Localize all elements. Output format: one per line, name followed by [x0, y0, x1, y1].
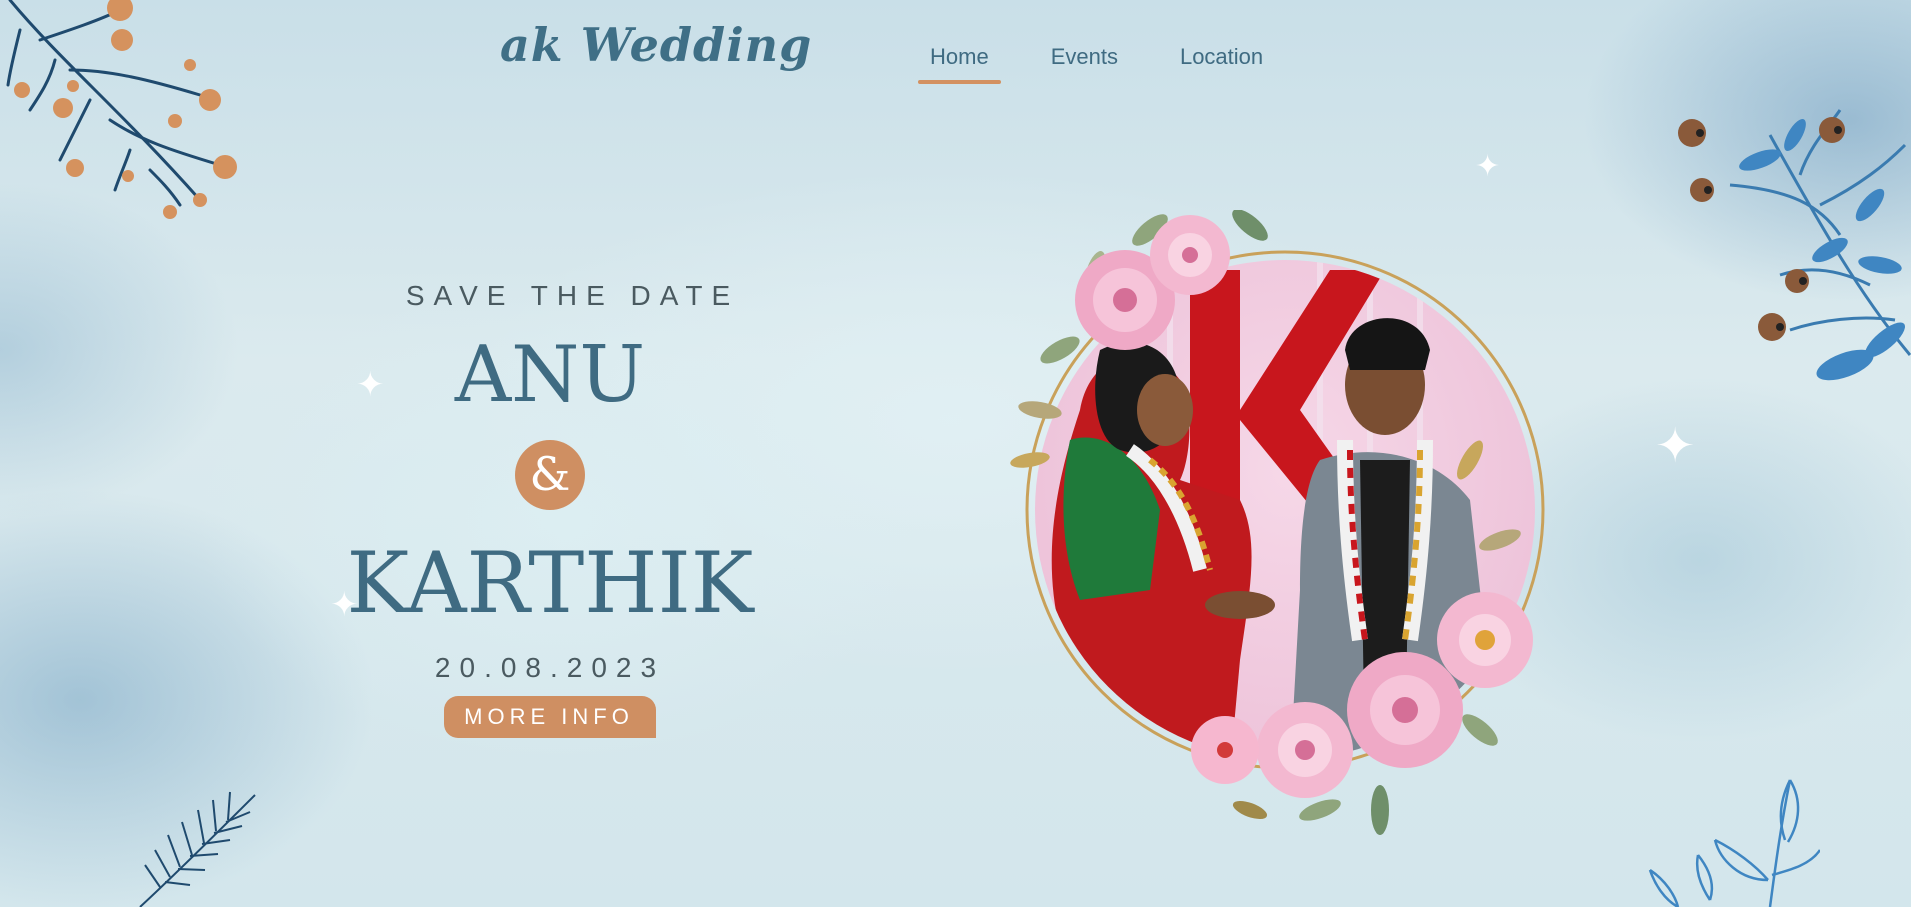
save-the-date-tagline: SAVE THE DATE: [405, 280, 740, 311]
nav-events-link[interactable]: Events: [1039, 44, 1130, 84]
ampersand-badge: &: [515, 440, 585, 510]
site-logo[interactable]: ak Wedding: [500, 18, 812, 72]
branch-decoration-top-left: [6, 0, 237, 219]
wedding-date: 20.08.2023: [434, 652, 666, 683]
more-info-button[interactable]: MORE INFO: [444, 696, 656, 738]
sparkle-icon: ✦: [1655, 418, 1696, 474]
hero-text-block: SAVE THE DATE ANU & KARTHIK 20.08.2023 M…: [300, 280, 800, 738]
groom-name: KARTHIK: [346, 534, 754, 632]
couple-photo-illustration: [1010, 209, 1545, 835]
page-background: ✦ ✦ ✦ ✦: [0, 0, 1911, 907]
branch-decoration-top-right: [1678, 109, 1911, 381]
sparkle-icon: ✦: [1475, 149, 1501, 184]
nav-home-link[interactable]: Home: [918, 44, 1001, 84]
leaf-decoration-bottom-right: [1648, 779, 1820, 907]
bride-name: ANU: [454, 330, 646, 420]
nav-location-link[interactable]: Location: [1168, 44, 1275, 84]
main-nav: Home Events Location: [918, 44, 1275, 84]
fern-decoration-bottom-left: [139, 791, 256, 907]
couple-photo-frame: [1000, 209, 1580, 860]
